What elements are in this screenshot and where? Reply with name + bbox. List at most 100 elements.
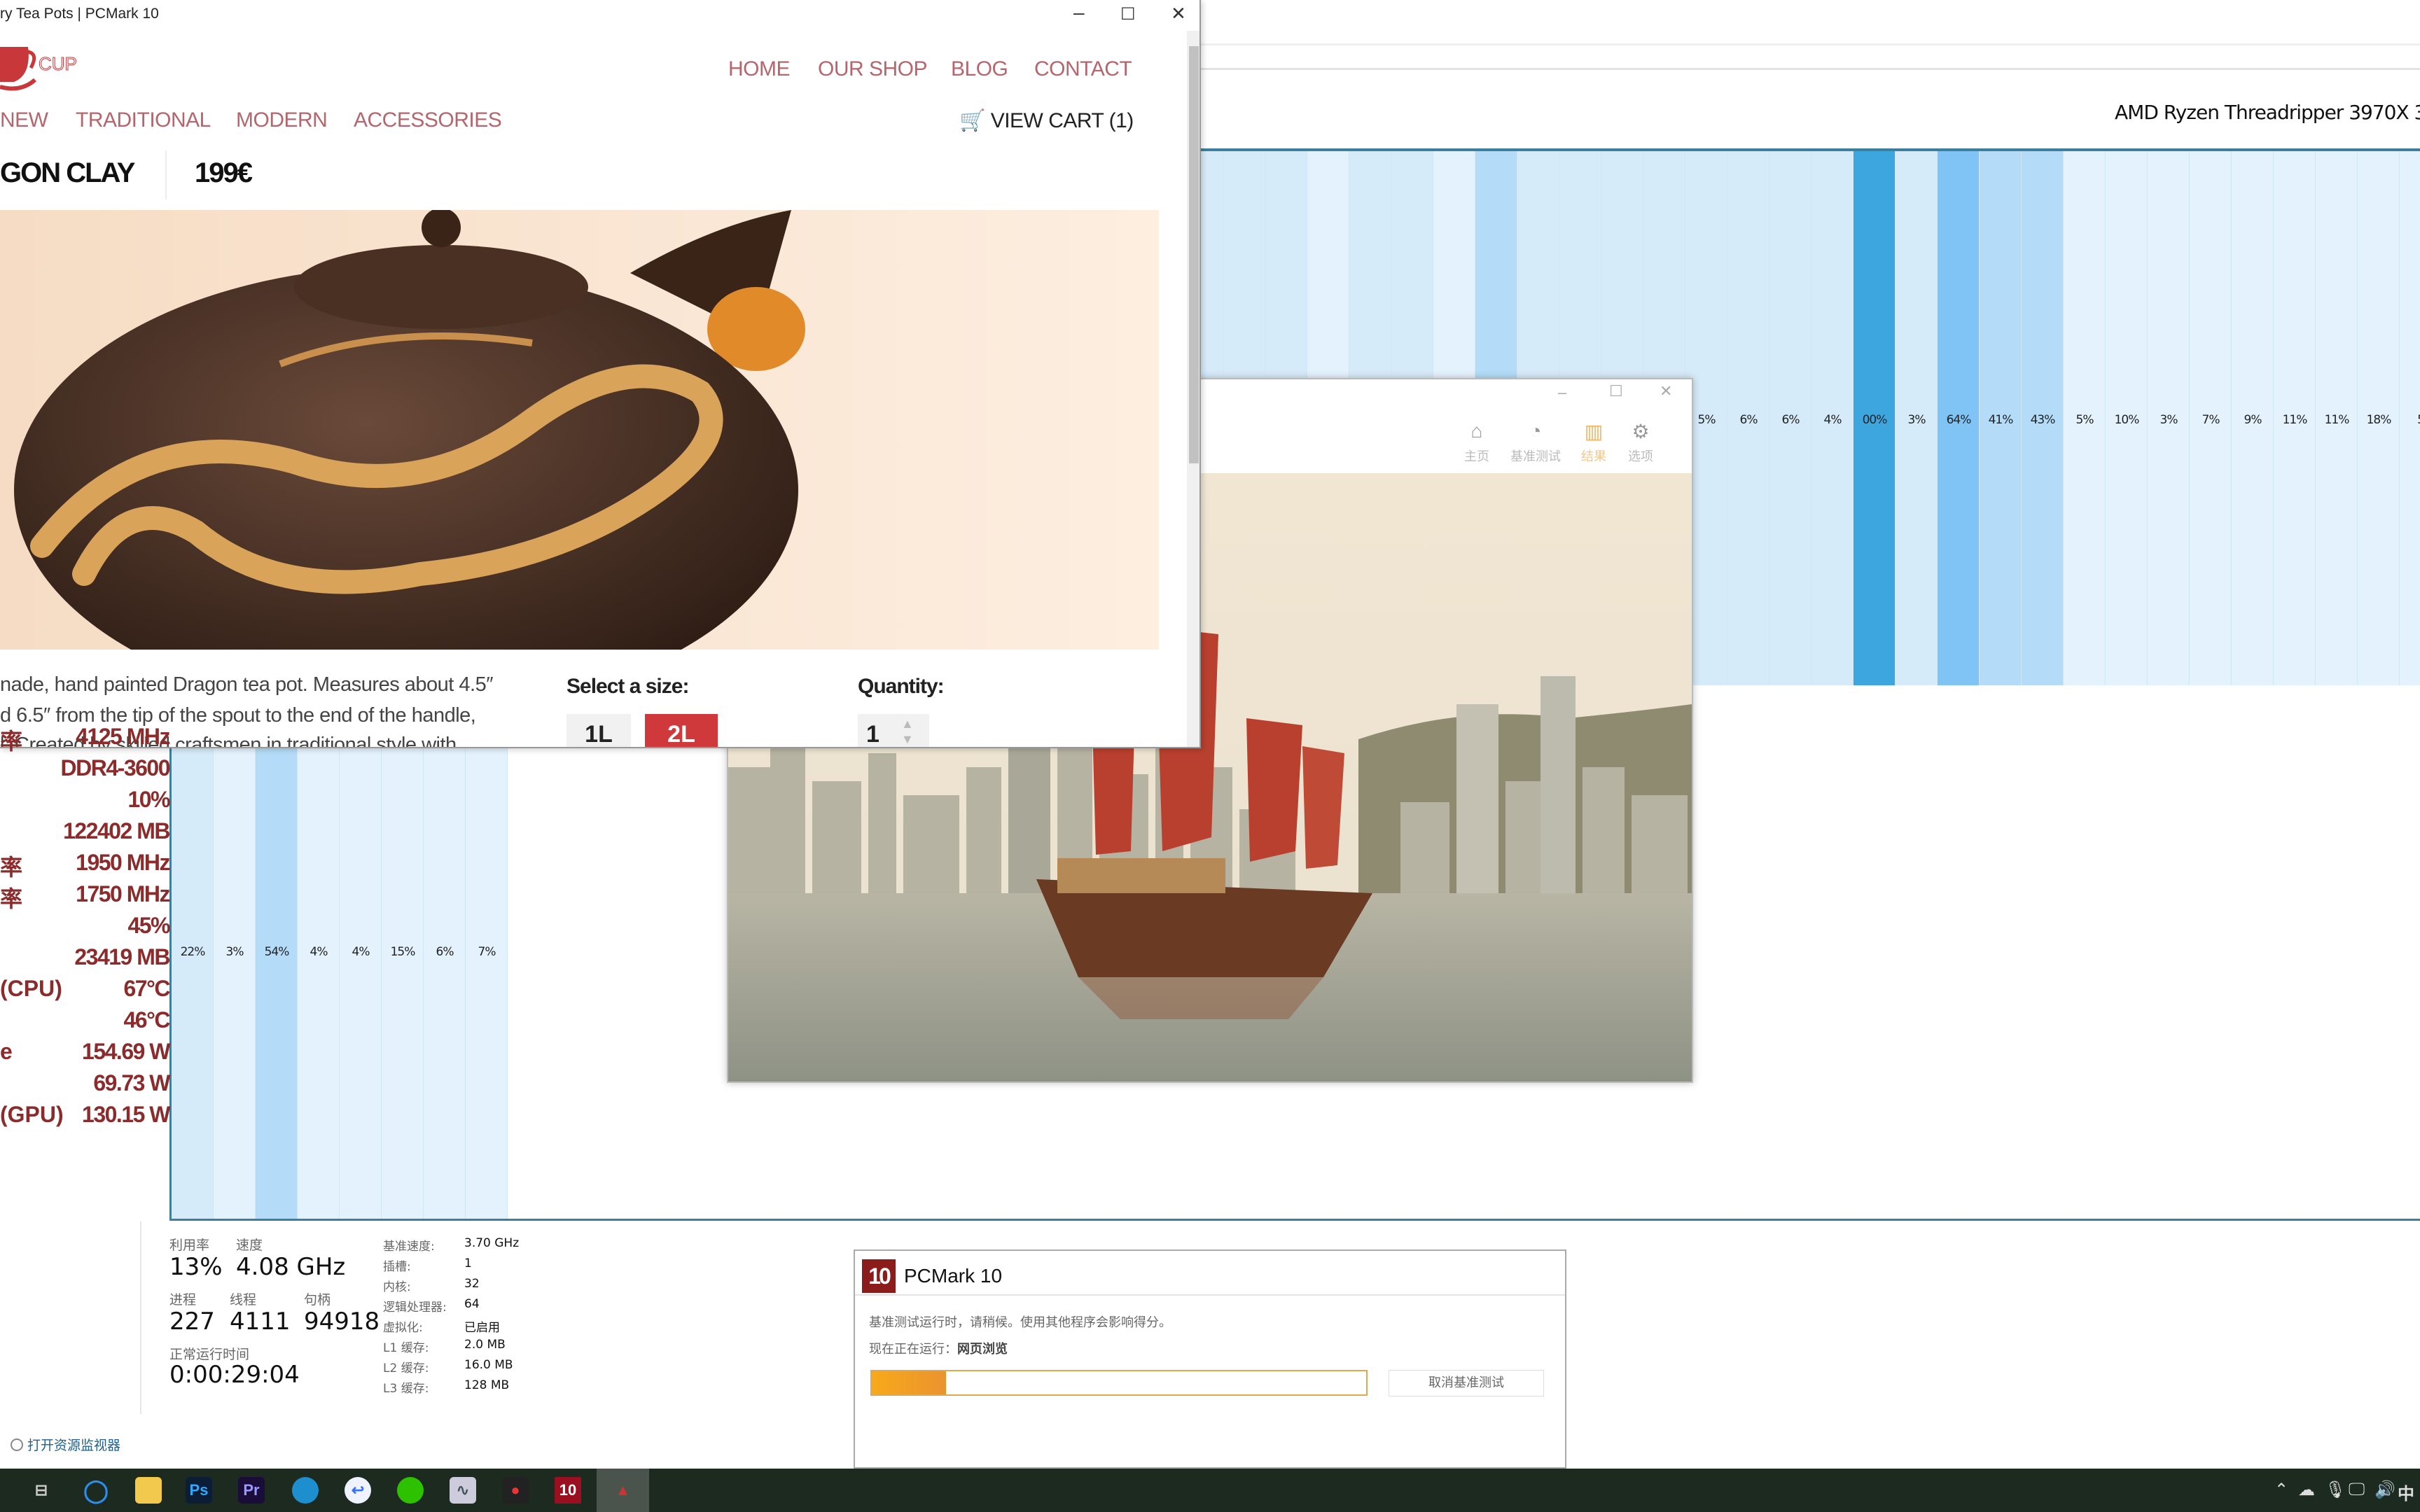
scrollbar-thumb[interactable] <box>1189 46 1199 463</box>
network-icon[interactable]: 🖵 <box>2349 1480 2365 1499</box>
cpu-core-usage-label: 5% <box>2075 413 2094 427</box>
app-red-icon[interactable]: ▲ <box>597 1469 649 1512</box>
cpu-core-usage-label: 22% <box>180 945 206 959</box>
view-cart-link[interactable]: 🛒 VIEW CART (1) <box>959 108 1134 133</box>
divider <box>855 1294 1565 1296</box>
stat-value: 46°C <box>123 1007 171 1032</box>
category-modern[interactable]: MODERN <box>236 108 328 132</box>
chevron-up-icon[interactable]: ▲ <box>901 717 914 732</box>
chevron-up-icon[interactable]: ⌃ <box>2274 1480 2288 1500</box>
category-new[interactable]: NEW <box>0 108 48 132</box>
spec-value: 已启用 <box>464 1321 500 1335</box>
chevron-down-icon[interactable]: ▼ <box>901 732 914 747</box>
thread-label: 线程 <box>230 1292 257 1308</box>
teacup-logo-icon: CUP <box>0 47 77 91</box>
window-title: ry Tea Pots | PCMark 10 <box>0 6 159 22</box>
spec-label: 内核: <box>383 1280 411 1294</box>
minimize-button[interactable]: – <box>1558 384 1566 402</box>
speed-label: 速度 <box>236 1238 263 1253</box>
volume-icon[interactable]: 🔊 <box>2374 1480 2395 1500</box>
photoshop-icon[interactable]: Ps <box>186 1477 212 1504</box>
nav-our-shop[interactable]: OUR SHOP <box>818 57 928 81</box>
category-accessories[interactable]: ACCESSORIES <box>354 108 502 132</box>
nav-blog[interactable]: BLOG <box>951 57 1008 81</box>
cpu-core-usage-label: 11% <box>2324 413 2350 427</box>
handle-label: 句柄 <box>304 1292 331 1308</box>
thread-value: 4111 <box>230 1308 291 1336</box>
minimize-button[interactable]: – <box>1073 1 1085 24</box>
cpu-core-column <box>424 700 466 1219</box>
feishu-icon[interactable]: ↩ <box>345 1477 371 1504</box>
open-resource-monitor-link[interactable]: 打开资源监视器 <box>11 1435 120 1454</box>
nav-contact[interactable]: CONTACT <box>1034 57 1132 81</box>
stat-value: 1950 MHz <box>76 850 170 875</box>
size-2l-button[interactable]: 2L <box>645 714 718 747</box>
cpu-core-usage-label: 11% <box>2282 413 2308 427</box>
home-icon[interactable]: ⌂ <box>1452 420 1501 442</box>
stat-value: 154.69 W <box>82 1039 170 1064</box>
dialog-title: PCMark 10 <box>904 1265 1003 1287</box>
pcmark-progress-dialog: 10 PCMark 10 基准测试运行时，请稍候。使用其他程序会影响得分。 现在… <box>854 1250 1566 1469</box>
cpu-core-usage-label: 3% <box>2160 413 2178 427</box>
qq-browser-icon[interactable]: ◯ <box>83 1477 109 1504</box>
cpu-core-usage-label: 54% <box>264 945 290 959</box>
cpu-core-usage-label: 4% <box>310 945 328 959</box>
product-description-line: l. Created by skilled craftsmen in tradi… <box>0 734 457 748</box>
maximize-button[interactable]: ☐ <box>1120 4 1136 24</box>
size-1l-button[interactable]: 1L <box>566 714 631 747</box>
cpu-core-usage-label: 7% <box>478 945 496 959</box>
nav-home[interactable]: 主页 <box>1445 447 1508 465</box>
spec-value: 16.0 MB <box>464 1358 513 1372</box>
cpu-core-column <box>172 700 214 1219</box>
quantity-value: 1 <box>866 721 879 748</box>
file-explorer-icon[interactable] <box>135 1477 162 1504</box>
close-button[interactable]: ✕ <box>1660 382 1672 400</box>
gear-icon[interactable]: ⚙ <box>1616 420 1665 443</box>
progress-bar <box>870 1370 1368 1396</box>
onedrive-icon[interactable]: ☁ <box>2298 1480 2315 1500</box>
stat-value: 45% <box>127 913 170 938</box>
microphone-icon[interactable]: 🎙 <box>2325 1480 2346 1500</box>
stat-value: 130.15 W <box>82 1102 170 1127</box>
pcmark-icon[interactable]: 10 <box>555 1477 581 1504</box>
ime-indicator[interactable]: 中 <box>2398 1480 2414 1504</box>
task-view-icon[interactable]: ⊟ <box>28 1477 55 1504</box>
maximize-button[interactable]: ☐ <box>1609 382 1623 400</box>
wechat-icon[interactable] <box>397 1477 424 1504</box>
dialog-message: 基准测试运行时，请稍候。使用其他程序会影响得分。 <box>869 1315 1171 1330</box>
util-label: 利用率 <box>169 1238 210 1253</box>
cpu-core-usage-label: 7% <box>2202 413 2220 427</box>
category-traditional[interactable]: TRADITIONAL <box>76 108 211 132</box>
nav-benchmarks[interactable]: 基准测试 <box>1504 447 1567 465</box>
cpu-name: AMD Ryzen Threadripper 3970X 32-Co <box>2115 101 2420 124</box>
nav-options[interactable]: 选项 <box>1609 447 1672 465</box>
gauge-icon[interactable]: ◔ <box>1511 420 1560 442</box>
running-label: 现在正在运行： <box>869 1342 957 1357</box>
quantity-stepper[interactable]: 1 ▲ ▼ <box>858 714 929 748</box>
edge-icon[interactable] <box>292 1477 319 1504</box>
cpu-core-usage-label: 6% <box>1781 413 1800 427</box>
logo-text: CUP <box>39 53 77 74</box>
browser-window: ry Tea Pots | PCMark 10 – ☐ ✕ CUP HOME O… <box>0 0 1201 748</box>
spec-label: L1 缓存: <box>383 1341 429 1355</box>
stat-value: 23419 MB <box>74 944 170 969</box>
divider <box>1201 43 2420 46</box>
nav-home[interactable]: HOME <box>728 57 791 81</box>
spec-label: 插槽: <box>383 1260 411 1274</box>
premiere-icon[interactable]: Pr <box>238 1477 265 1504</box>
spec-value: 3.70 GHz <box>464 1236 520 1250</box>
taskbar: ⊟ ◯ Ps Pr ↩ ∿ ● 10 ▲ ⌃ ☁ 🎙 🖵 🔊 中 <box>0 1469 2420 1512</box>
cpu-core-usage-label: 9% <box>2244 413 2262 427</box>
shop-logo[interactable]: CUP <box>0 43 77 99</box>
recorder-icon[interactable]: ● <box>502 1477 529 1504</box>
cart-label: VIEW CART (1) <box>990 109 1134 132</box>
close-button[interactable]: ✕ <box>1171 3 1186 24</box>
resource-monitor-icon[interactable]: ∿ <box>450 1477 476 1504</box>
spec-value: 2.0 MB <box>464 1338 506 1352</box>
divider <box>140 1222 141 1414</box>
cpu-core-usage-label: 3% <box>1907 413 1926 427</box>
cpu-core-column <box>466 700 508 1219</box>
bar-chart-icon[interactable]: ▥ <box>1569 420 1618 443</box>
spec-value: 128 MB <box>464 1378 510 1392</box>
cancel-benchmark-button[interactable]: 取消基准测试 <box>1389 1370 1544 1396</box>
